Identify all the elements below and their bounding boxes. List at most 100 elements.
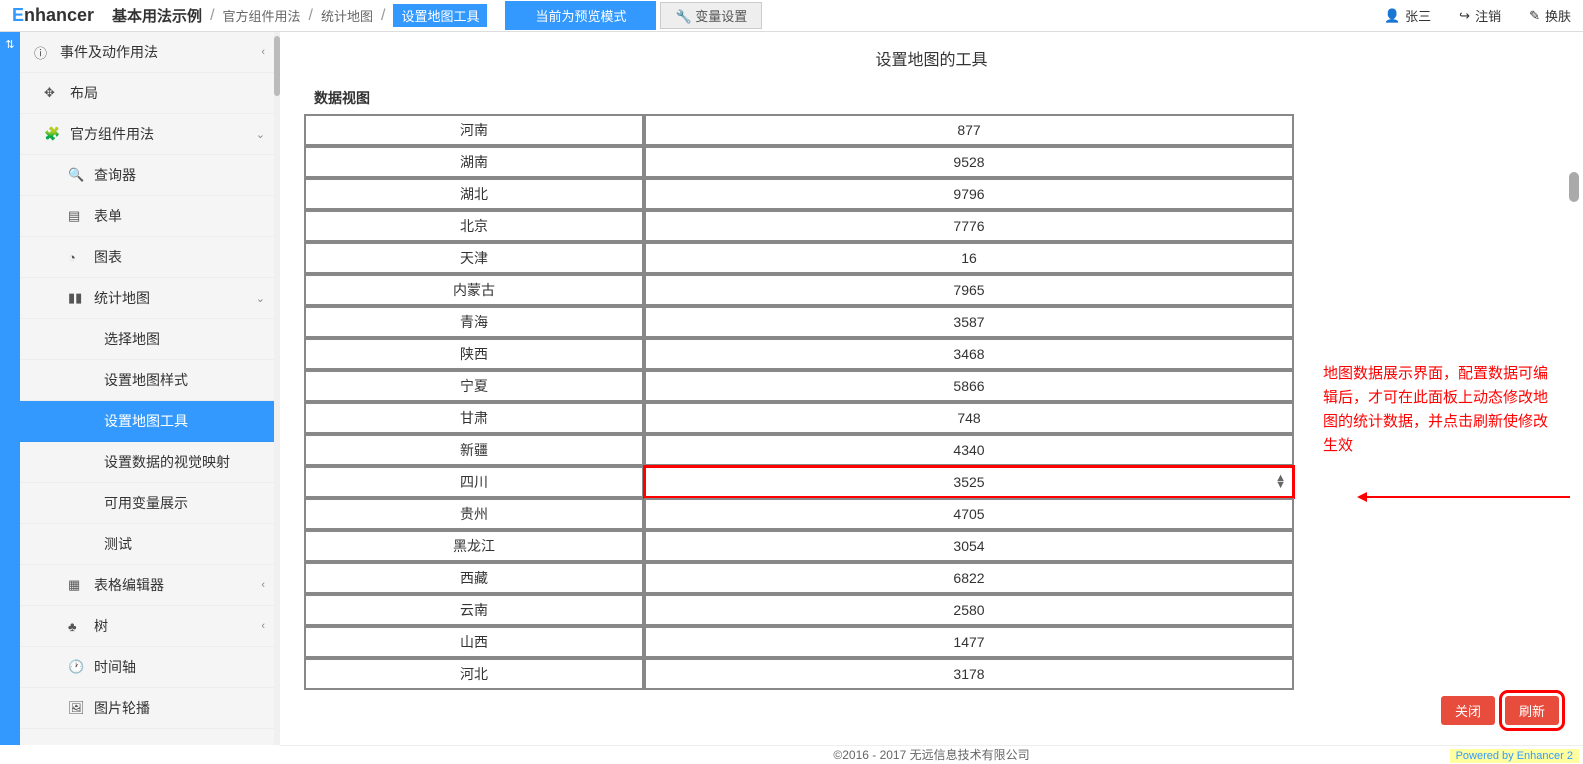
user-icon: 👤 — [1384, 8, 1400, 24]
table-row: 青海3587 — [304, 306, 1294, 338]
table-row: 湖南9528 — [304, 146, 1294, 178]
table-row: 黑龙江3054 — [304, 530, 1294, 562]
table-row: 新疆4340 — [304, 434, 1294, 466]
number-spinner[interactable]: ▲▼ — [1275, 475, 1286, 489]
sidebar-item-carousel[interactable]: 🖼图片轮播 — [20, 688, 279, 729]
sidebar-item-table-editor[interactable]: ▦表格编辑器‹ — [20, 565, 279, 606]
table-row: 湖北9796 — [304, 178, 1294, 210]
sidebar-item-select-map[interactable]: 选择地图 — [20, 319, 279, 360]
annotation-text: 地图数据展示界面，配置数据可编辑后，才可在此面板上动态修改地图的统计数据，并点击… — [1323, 362, 1553, 458]
value-cell[interactable]: 6822 — [644, 562, 1294, 594]
region-cell: 河南 — [304, 114, 644, 146]
close-button[interactable]: 关闭 — [1441, 696, 1495, 725]
sidebar-item-var-display[interactable]: 可用变量展示 — [20, 483, 279, 524]
move-icon: ✥ — [44, 85, 62, 101]
value-cell[interactable]: 4340 — [644, 434, 1294, 466]
region-cell: 云南 — [304, 594, 644, 626]
value-cell[interactable]: 3468 — [644, 338, 1294, 370]
sidebar-item-form[interactable]: ▤表单 — [20, 196, 279, 237]
sidebar-item-official[interactable]: 🧩官方组件用法⌄ — [20, 114, 279, 155]
value-cell[interactable]: 1477 — [644, 626, 1294, 658]
info-icon: ⓘ — [34, 43, 52, 62]
value-cell[interactable]: 748 — [644, 402, 1294, 434]
region-cell: 西藏 — [304, 562, 644, 594]
table-row: 四川3525▲▼ — [304, 466, 1294, 498]
sidebar-collapse-toggle[interactable]: ⇅ — [0, 32, 20, 745]
value-cell[interactable]: 7776 — [644, 210, 1294, 242]
chevron-left-icon: ‹ — [261, 620, 265, 632]
skin-button[interactable]: ✎换肤 — [1529, 6, 1571, 25]
region-cell: 青海 — [304, 306, 644, 338]
sidebar-item-query[interactable]: 🔍查询器 — [20, 155, 279, 196]
logout-icon: ↪ — [1459, 8, 1470, 24]
sidebar-item-statmap[interactable]: ▮▮统计地图⌄ — [20, 278, 279, 319]
table-row: 陕西3468 — [304, 338, 1294, 370]
value-cell[interactable]: 3587 — [644, 306, 1294, 338]
region-cell: 湖南 — [304, 146, 644, 178]
table-row: 河南877 — [304, 114, 1294, 146]
value-cell[interactable]: 4705 — [644, 498, 1294, 530]
sidebar-item-set-visual[interactable]: 设置数据的视觉映射 — [20, 442, 279, 483]
annotation-arrow-1 — [1360, 496, 1570, 498]
clock-icon: 🕐 — [68, 659, 86, 675]
table-row: 北京7776 — [304, 210, 1294, 242]
value-cell[interactable]: 9528 — [644, 146, 1294, 178]
region-cell: 内蒙古 — [304, 274, 644, 306]
value-cell[interactable]: 9796 — [644, 178, 1294, 210]
value-cell[interactable]: 5866 — [644, 370, 1294, 402]
preview-mode-badge: 当前为预览模式 — [505, 1, 656, 30]
value-cell[interactable]: 877 — [644, 114, 1294, 146]
value-cell[interactable]: 3054 — [644, 530, 1294, 562]
sidebar-item-events[interactable]: ⓘ事件及动作用法‹ — [20, 32, 279, 73]
region-cell: 甘肃 — [304, 402, 644, 434]
chevron-down-icon: ⌄ — [256, 128, 265, 141]
table-row: 山西1477 — [304, 626, 1294, 658]
data-table: 河南877湖南9528湖北9796北京7776天津16内蒙古7965青海3587… — [304, 114, 1294, 690]
sidebar-item-tree[interactable]: ♣树‹ — [20, 606, 279, 647]
region-cell: 贵州 — [304, 498, 644, 530]
chevron-down-icon: ⌄ — [256, 292, 265, 305]
value-cell[interactable]: 3525▲▼ — [644, 466, 1294, 498]
barchart-icon: ▮▮ — [68, 290, 86, 306]
logo: Enhancer — [12, 5, 94, 26]
breadcrumb-2[interactable]: 统计地图 — [321, 6, 373, 25]
region-cell: 河北 — [304, 658, 644, 690]
user-label[interactable]: 👤张三 — [1384, 6, 1431, 25]
sidebar-item-timeline[interactable]: 🕐时间轴 — [20, 647, 279, 688]
content-scrollbar[interactable] — [1569, 82, 1579, 735]
region-cell: 湖北 — [304, 178, 644, 210]
sidebar-item-set-style[interactable]: 设置地图样式 — [20, 360, 279, 401]
region-cell: 天津 — [304, 242, 644, 274]
region-cell: 山西 — [304, 626, 644, 658]
table-row: 贵州4705 — [304, 498, 1294, 530]
value-cell[interactable]: 7965 — [644, 274, 1294, 306]
brush-icon: ✎ — [1529, 8, 1540, 24]
table-row: 天津16 — [304, 242, 1294, 274]
refresh-button[interactable]: 刷新 — [1505, 696, 1559, 725]
breadcrumb-3[interactable]: 设置地图工具 — [393, 4, 487, 27]
breadcrumb-1[interactable]: 官方组件用法 — [223, 6, 301, 25]
value-cell[interactable]: 2580 — [644, 594, 1294, 626]
value-cell[interactable]: 3178 — [644, 658, 1294, 690]
sidebar-item-layout[interactable]: ✥布局 — [20, 73, 279, 114]
region-cell: 黑龙江 — [304, 530, 644, 562]
logout-button[interactable]: ↪注销 — [1459, 6, 1501, 25]
table-row: 云南2580 — [304, 594, 1294, 626]
top-bar: Enhancer 基本用法示例 / 官方组件用法 / 统计地图 / 设置地图工具… — [0, 0, 1583, 32]
sidebar-item-test[interactable]: 测试 — [20, 524, 279, 565]
region-cell: 北京 — [304, 210, 644, 242]
content-area: 设置地图的工具 数据视图 河南877湖南9528湖北9796北京7776天津16… — [280, 32, 1583, 745]
table-row: 河北3178 — [304, 658, 1294, 690]
search-icon: 🔍 — [68, 167, 86, 183]
pie-icon: ◔ — [68, 250, 86, 265]
sidebar-item-chart[interactable]: ◔图表 — [20, 237, 279, 278]
form-icon: ▤ — [68, 208, 86, 224]
variable-settings-button[interactable]: 🔧 变量设置 — [660, 2, 762, 29]
chevron-left-icon: ‹ — [261, 579, 265, 591]
value-cell[interactable]: 16 — [644, 242, 1294, 274]
table-row: 西藏6822 — [304, 562, 1294, 594]
table-row: 内蒙古7965 — [304, 274, 1294, 306]
sidebar-item-set-tools[interactable]: 设置地图工具 — [20, 401, 279, 442]
table-icon: ▦ — [68, 577, 86, 593]
table-row: 宁夏5866 — [304, 370, 1294, 402]
